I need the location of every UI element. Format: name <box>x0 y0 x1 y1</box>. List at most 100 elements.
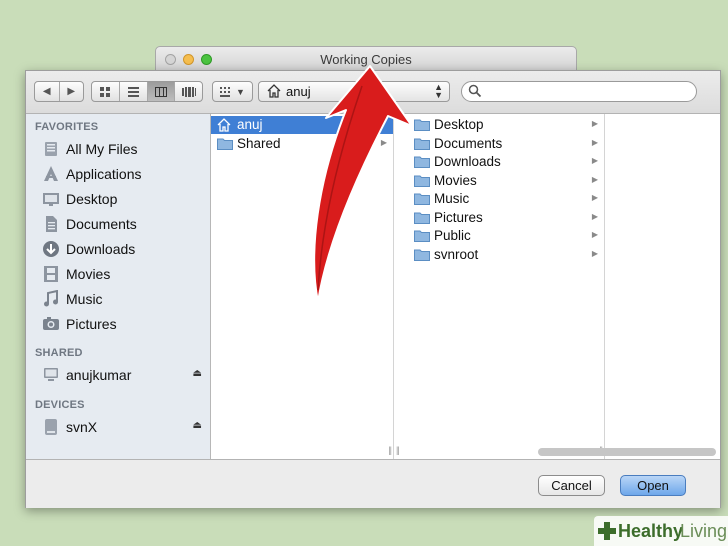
health-cross-icon <box>598 522 616 540</box>
music-icon <box>44 290 58 307</box>
column-item-shared[interactable]: Shared ▶ <box>211 135 393 153</box>
column-view-button[interactable] <box>147 82 176 101</box>
desktop-icon <box>43 193 59 206</box>
home-icon <box>267 84 281 98</box>
sidebar-item-label: anujkumar <box>66 367 132 383</box>
folder-icon <box>217 138 233 150</box>
disclosure-arrow-icon: ▶ <box>591 211 598 221</box>
column-resize-handle[interactable]: || <box>396 445 400 455</box>
horizontal-scrollbar[interactable] <box>538 448 716 456</box>
all-files-icon <box>45 142 57 156</box>
sidebar-item-label: Applications <box>66 166 142 182</box>
folder-icon <box>414 156 430 168</box>
column-item-pictures[interactable]: Pictures ▶ <box>408 209 604 227</box>
sidebar-item-label: Music <box>66 291 103 307</box>
column-item-label: Shared <box>237 136 281 151</box>
arrange-menu-button[interactable]: ▼ <box>212 81 253 102</box>
view-mode-control <box>91 81 203 102</box>
column-resize-handle[interactable]: || <box>388 445 392 455</box>
disclosure-arrow-icon: ▶ <box>591 174 598 184</box>
cover-flow-button[interactable] <box>175 82 202 101</box>
downloads-icon <box>43 241 59 257</box>
list-view-icon <box>127 86 139 97</box>
column-item-documents[interactable]: Documents ▶ <box>408 135 604 153</box>
column-2: Desktop ▶ Documents ▶ Downloads ▶ Movies… <box>396 114 605 459</box>
column-item-music[interactable]: Music ▶ <box>408 190 604 208</box>
folder-icon <box>414 249 430 261</box>
folder-icon <box>414 175 430 187</box>
icon-view-icon <box>100 86 111 97</box>
column-item-downloads[interactable]: Downloads ▶ <box>408 153 604 171</box>
sidebar-item-label: Downloads <box>66 241 136 257</box>
open-button[interactable]: Open <box>620 475 686 496</box>
column-item-label: Documents <box>434 135 503 151</box>
sidebar-item-label: svnX <box>66 419 98 435</box>
eject-icon[interactable]: ⏏ <box>193 420 202 431</box>
disk-icon <box>45 419 57 435</box>
column-item-anuj[interactable]: anuj <box>211 116 393 134</box>
column-item-label: Pictures <box>434 209 483 225</box>
search-icon <box>468 84 482 98</box>
column-browser: anuj Shared ▶ || Desktop ▶ Documents ▶ D… <box>211 114 720 459</box>
eject-icon[interactable]: ⏏ <box>193 368 202 379</box>
sidebar-item-anujkumar[interactable]: anujkumar ⏏ <box>26 364 210 386</box>
sidebar-item-applications[interactable]: Applications <box>26 163 210 185</box>
disclosure-arrow-icon: ▶ <box>380 138 387 147</box>
column-item-label: anuj <box>237 117 263 132</box>
column-view-icon <box>154 86 167 97</box>
back-forward-control: ◀ ▶ <box>34 81 84 102</box>
column-item-svnroot[interactable]: svnroot ▶ <box>408 246 604 264</box>
devices-heading: DEVICES <box>35 399 85 411</box>
open-dialog: ◀ ▶ ▼ anuj ▲ ▼ FAVORITES All My Files Ap… <box>25 70 721 508</box>
sidebar-item-label: Movies <box>66 266 111 282</box>
movies-icon <box>44 266 58 282</box>
applications-icon <box>44 166 58 181</box>
sidebar-item-downloads[interactable]: Downloads <box>26 238 210 260</box>
shared-heading: SHARED <box>35 347 83 359</box>
folder-icon <box>414 193 430 205</box>
column-item-public[interactable]: Public ▶ <box>408 227 604 245</box>
home-folder-icon <box>217 118 231 132</box>
search-input[interactable] <box>486 83 690 101</box>
cover-flow-icon <box>181 86 196 97</box>
sidebar-item-music[interactable]: Music <box>26 288 210 310</box>
sidebar-item-all-my-files[interactable]: All My Files <box>26 138 210 160</box>
forward-button[interactable]: ▶ <box>60 82 84 101</box>
cancel-button[interactable]: Cancel <box>538 475 605 496</box>
disclosure-arrow-icon: ▶ <box>591 156 598 165</box>
back-button[interactable]: ◀ <box>35 82 60 101</box>
arrange-grid-icon <box>220 86 231 97</box>
healthy-living-watermark: Healthy Living <box>594 516 728 546</box>
sidebar-item-pictures[interactable]: Pictures <box>26 313 210 335</box>
sidebar: FAVORITES All My Files Applications Desk… <box>26 114 211 459</box>
folder-icon <box>414 119 430 131</box>
favorites-heading: FAVORITES <box>35 121 99 133</box>
disclosure-arrow-icon: ▶ <box>591 119 598 128</box>
chevron-down-icon: ▼ <box>236 86 245 97</box>
column-item-desktop[interactable]: Desktop ▶ <box>408 116 604 134</box>
column-item-movies[interactable]: Movies ▶ <box>408 172 604 190</box>
column-item-label: svnroot <box>434 246 479 262</box>
sidebar-item-label: Desktop <box>66 191 118 207</box>
sidebar-item-label: All My Files <box>66 141 138 157</box>
column-item-label: Desktop <box>434 117 484 132</box>
sidebar-item-svnx[interactable]: svnX ⏏ <box>26 416 210 438</box>
column-3 <box>611 114 720 459</box>
column-1: anuj Shared ▶ || <box>211 114 394 459</box>
folder-icon <box>414 212 430 224</box>
documents-icon <box>46 216 57 232</box>
icon-view-button[interactable] <box>92 82 120 101</box>
sidebar-item-movies[interactable]: Movies <box>26 263 210 285</box>
sidebar-item-desktop[interactable]: Desktop <box>26 188 210 210</box>
list-view-button[interactable] <box>120 82 148 101</box>
column-item-label: Public <box>434 228 471 243</box>
sidebar-item-label: Documents <box>66 216 137 232</box>
sidebar-item-documents[interactable]: Documents <box>26 213 210 235</box>
search-field[interactable] <box>461 81 697 102</box>
window-title: Working Copies <box>320 52 412 67</box>
path-popup[interactable]: anuj ▲ ▼ <box>258 81 450 102</box>
pictures-icon <box>43 317 59 330</box>
watermark-text-1: Healthy <box>618 521 684 541</box>
toolbar: ◀ ▶ ▼ anuj ▲ ▼ <box>26 71 720 114</box>
updown-arrows-icon: ▲ ▼ <box>434 82 443 100</box>
